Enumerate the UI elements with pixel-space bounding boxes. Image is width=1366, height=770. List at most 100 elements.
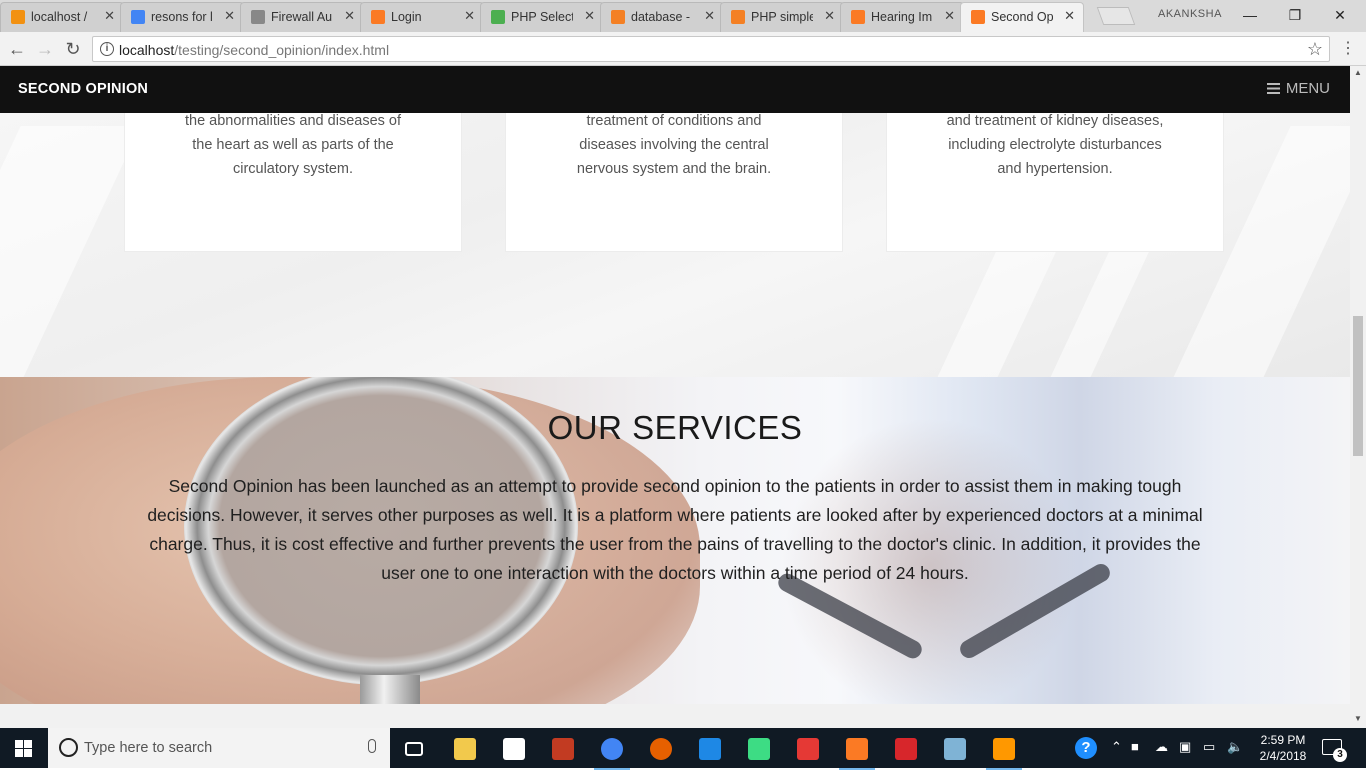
- browser-toolbar: ← → ↻ i localhost/testing/second_opinion…: [0, 32, 1366, 66]
- task-view-icon: [405, 742, 423, 756]
- windows-start-icon[interactable]: [15, 740, 32, 757]
- site-brand[interactable]: SECOND OPINION: [18, 81, 148, 97]
- browser-tab-strip: localhost / ✕ resons for l ✕ Firewall Au ✕ Log…: [0, 0, 1366, 32]
- page-scrollbar[interactable]: ▲ ▼: [1350, 66, 1366, 728]
- reload-icon[interactable]: ↻: [61, 37, 85, 61]
- taskbar-app[interactable]: [639, 732, 683, 766]
- tab-title: Firewall Au: [271, 10, 333, 24]
- tab-close-icon[interactable]: ✕: [344, 8, 355, 24]
- tab-close-icon[interactable]: ✕: [824, 8, 835, 24]
- taskbar-app[interactable]: [884, 732, 928, 766]
- taskbar-app[interactable]: [590, 732, 634, 770]
- xampp-icon: [971, 10, 985, 24]
- services-title: OUR SERVICES: [547, 409, 803, 446]
- app-icon: [797, 738, 819, 760]
- taskbar-app[interactable]: [492, 732, 536, 766]
- browser-tab[interactable]: Firewall Au ✕: [240, 2, 364, 32]
- scroll-up-icon[interactable]: ▲: [1354, 68, 1362, 77]
- taskbar-app[interactable]: [737, 732, 781, 766]
- taskbar-app[interactable]: [541, 732, 585, 766]
- tab-title: Login: [391, 10, 422, 24]
- new-tab-button[interactable]: [1096, 7, 1136, 25]
- taskbar-app[interactable]: [835, 732, 879, 770]
- clock-time: 2:59 PM: [1260, 733, 1306, 747]
- back-icon[interactable]: ←: [5, 37, 29, 61]
- minimize-icon[interactable]: —: [1230, 4, 1270, 26]
- tab-close-icon[interactable]: ✕: [584, 8, 595, 24]
- tab-close-icon[interactable]: ✕: [944, 8, 955, 24]
- taskbar-app[interactable]: [394, 732, 438, 766]
- tab-title: Second Op: [991, 10, 1053, 24]
- taskbar-app[interactable]: [933, 732, 977, 766]
- tab-close-icon[interactable]: ✕: [464, 8, 475, 24]
- browser-tab[interactable]: PHP simple ✕: [720, 2, 844, 32]
- taskbar-app[interactable]: [982, 732, 1026, 770]
- app-icon: [944, 738, 966, 760]
- tab-title: resons for l: [151, 10, 213, 24]
- next-section: [0, 704, 1350, 728]
- sublime-text-icon: [993, 738, 1015, 760]
- card-description: treatment of conditions and diseases inv…: [576, 113, 772, 177]
- search-placeholder: Type here to search: [84, 740, 213, 756]
- volume-icon[interactable]: 🔈: [1227, 739, 1243, 755]
- xampp-icon: [371, 10, 385, 24]
- network-icon[interactable]: ▣: [1179, 739, 1191, 755]
- restore-icon[interactable]: ❐: [1275, 4, 1315, 26]
- microphone-icon[interactable]: [368, 739, 376, 753]
- menu-label: MENU: [1285, 80, 1330, 97]
- browser-tab[interactable]: resons for l ✕: [120, 2, 244, 32]
- services-description: Second Opinion has been launched as an a…: [147, 476, 1203, 583]
- battery-icon[interactable]: ▭: [1203, 739, 1215, 755]
- tab-close-icon[interactable]: ✕: [1064, 8, 1075, 24]
- bookmark-star-icon[interactable]: ☆: [1307, 39, 1323, 60]
- forward-icon[interactable]: →: [33, 37, 57, 61]
- chevron-up-icon[interactable]: ⌃: [1111, 739, 1122, 755]
- taskbar-app[interactable]: [786, 732, 830, 766]
- stackoverflow-icon: [611, 10, 625, 24]
- tab-title: PHP simple: [751, 10, 813, 24]
- app-tray-icon[interactable]: ■: [1131, 739, 1139, 754]
- scroll-thumb[interactable]: [1353, 316, 1363, 456]
- tab-close-icon[interactable]: ✕: [704, 8, 715, 24]
- browser-tab[interactable]: Second Op ✕: [960, 2, 1084, 32]
- xampp-icon: [851, 10, 865, 24]
- tab-close-icon[interactable]: ✕: [104, 8, 115, 24]
- help-icon[interactable]: ?: [1075, 737, 1097, 759]
- tab-title: Hearing Im: [871, 10, 933, 24]
- card-description: the abnormalities and diseases of the he…: [184, 113, 402, 177]
- info-icon[interactable]: i: [100, 42, 114, 56]
- clock[interactable]: 2:59 PM 2/4/2018: [1255, 732, 1311, 764]
- onedrive-icon[interactable]: ☁: [1155, 739, 1168, 755]
- browser-tab[interactable]: Hearing Im ✕: [840, 2, 964, 32]
- browser-menu-icon[interactable]: ⋮: [1340, 38, 1356, 58]
- phpmyadmin-icon: [11, 10, 25, 24]
- site-navbar: SECOND OPINION MENU: [0, 66, 1350, 113]
- stackoverflow-icon: [731, 10, 745, 24]
- taskbar-search[interactable]: Type here to search: [48, 728, 390, 768]
- browser-tab[interactable]: database - ✕: [600, 2, 724, 32]
- menu-button[interactable]: MENU: [1266, 80, 1330, 97]
- profile-name[interactable]: AKANKSHA: [1158, 8, 1222, 20]
- tab-title: database -: [631, 10, 691, 24]
- document-icon: [251, 10, 265, 24]
- browser-tab[interactable]: PHP Select ✕: [480, 2, 604, 32]
- close-window-icon[interactable]: ✕: [1320, 4, 1360, 26]
- taskbar-app[interactable]: [443, 732, 487, 766]
- tab-close-icon[interactable]: ✕: [224, 8, 235, 24]
- android-studio-icon: [748, 738, 770, 760]
- windows-taskbar: Type here to search ? ⌃ ■ ☁ ▣ ▭ 🔈 2:59 P…: [0, 728, 1366, 770]
- services-section: OUR SERVICES Second Opinion has been lau…: [0, 377, 1350, 704]
- acrobat-icon: [895, 738, 917, 760]
- taskbar-app[interactable]: [688, 732, 732, 766]
- google-icon: [131, 10, 145, 24]
- cortana-icon: [59, 738, 78, 757]
- browser-tab[interactable]: localhost / ✕: [0, 2, 124, 32]
- app-icon: [699, 738, 721, 760]
- scroll-down-icon[interactable]: ▼: [1354, 714, 1362, 723]
- address-bar[interactable]: i localhost/testing/second_opinion/index…: [92, 36, 1330, 62]
- notification-count: 3: [1333, 748, 1347, 762]
- firefox-icon: [650, 738, 672, 760]
- browser-tab[interactable]: Login ✕: [360, 2, 484, 32]
- file-explorer-icon: [454, 738, 476, 760]
- url-host: localhost: [119, 42, 175, 58]
